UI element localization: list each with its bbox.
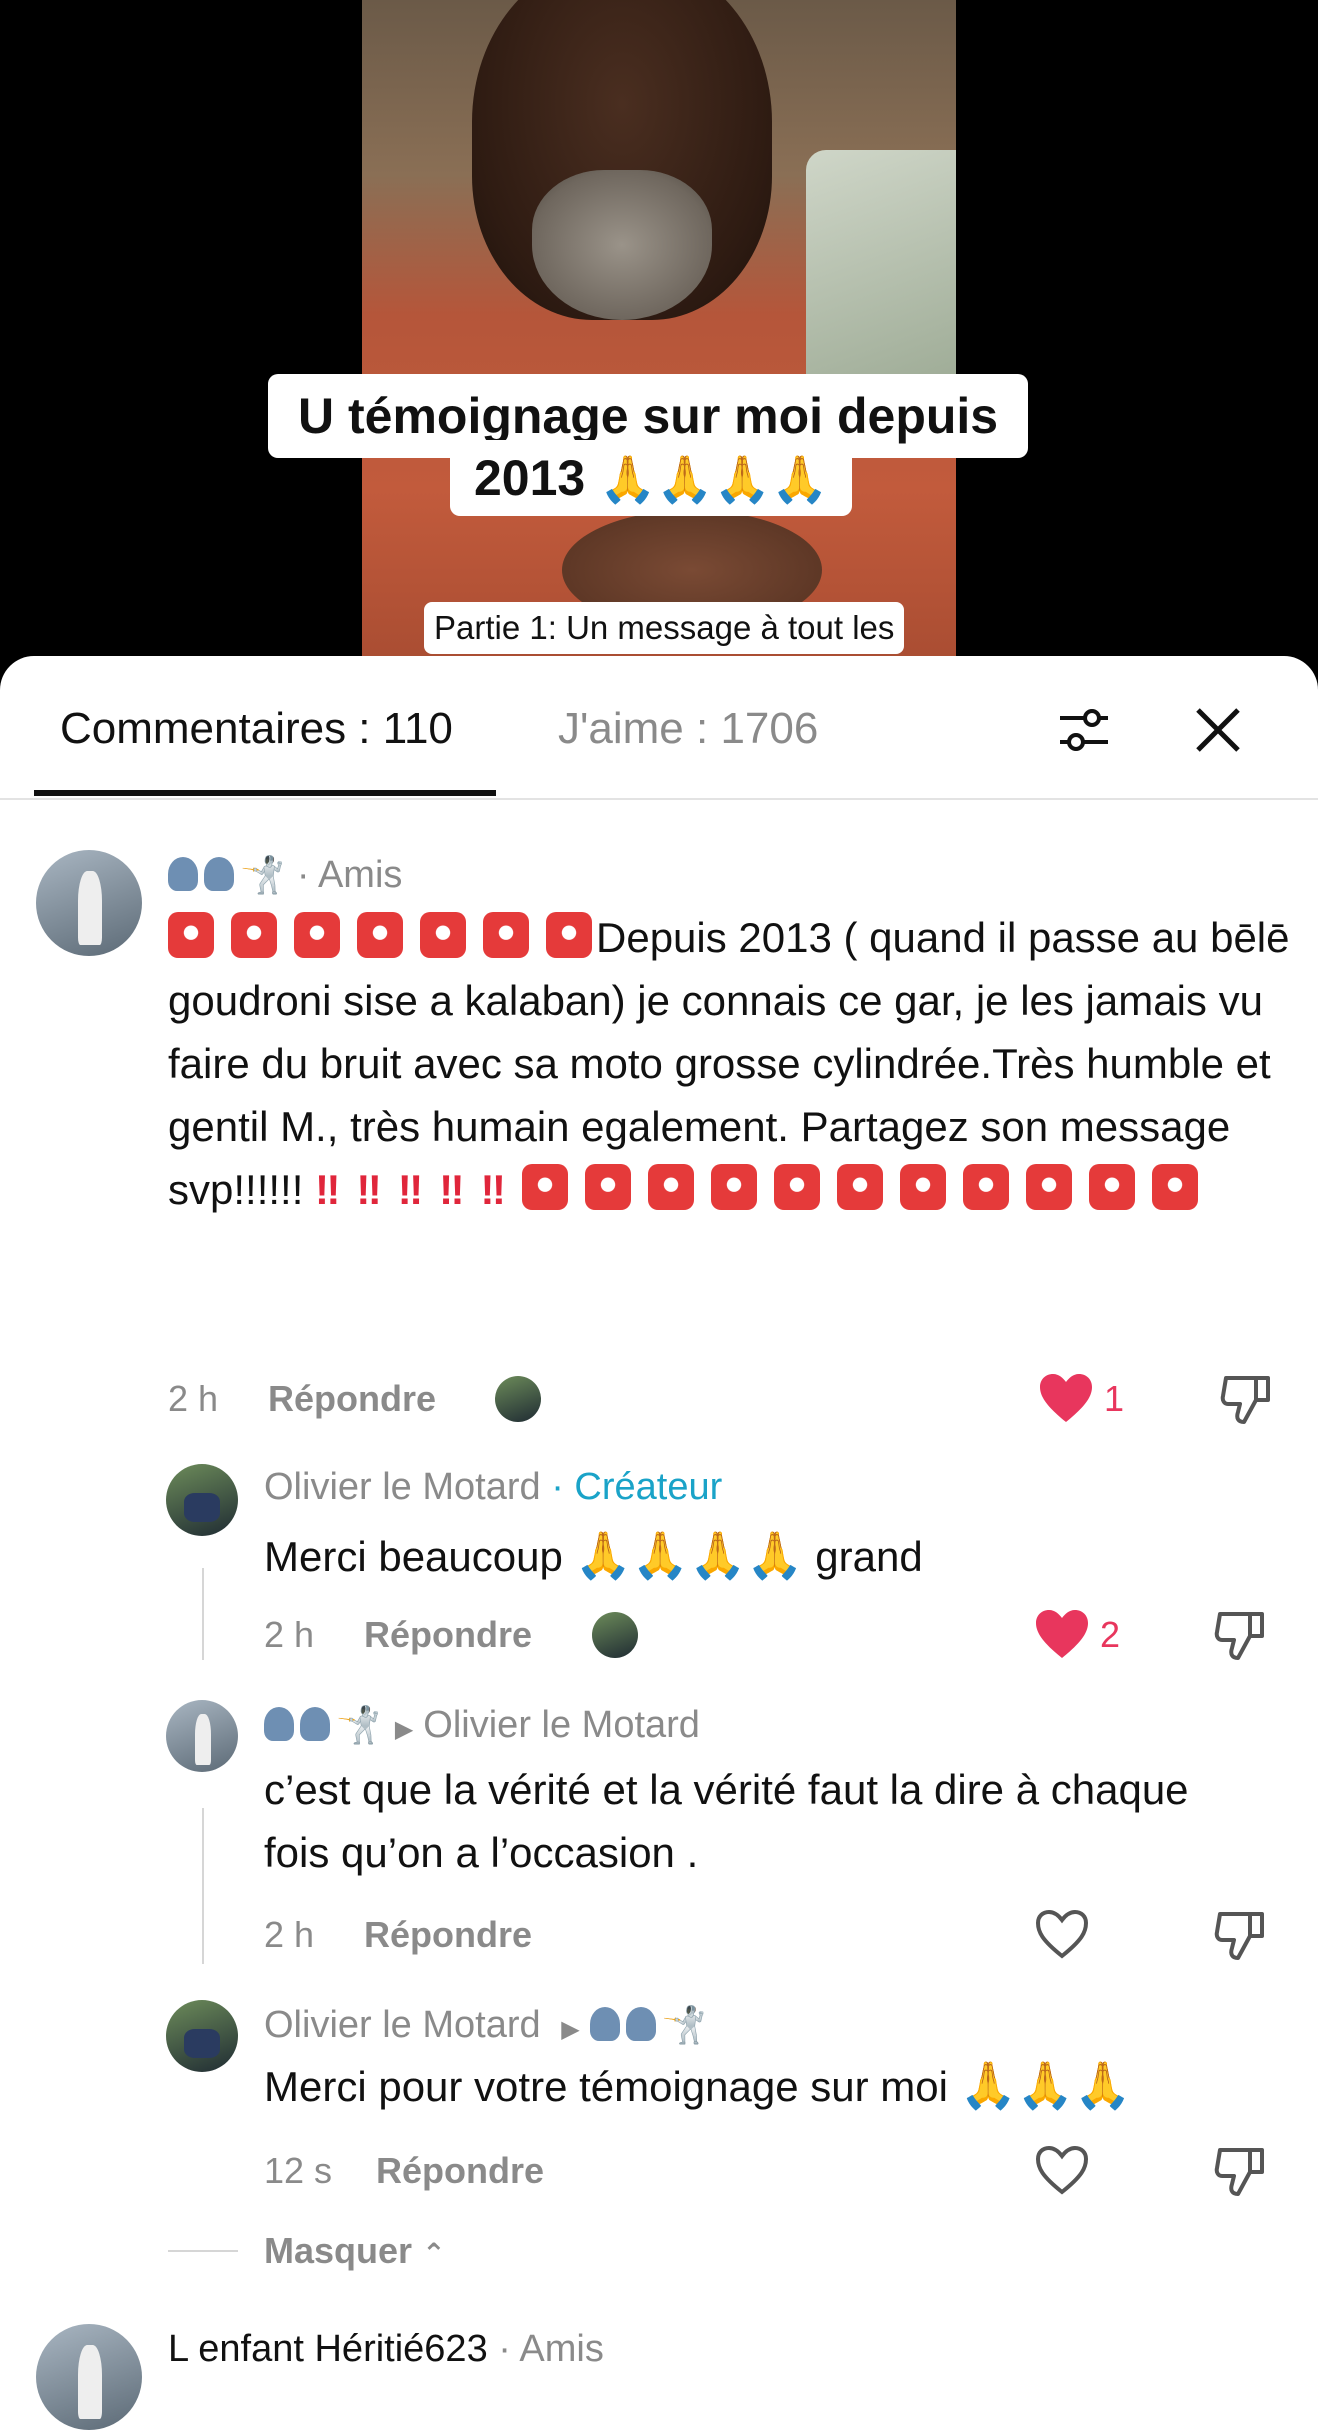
avatar[interactable]	[166, 1464, 238, 1536]
tab-underline	[34, 790, 496, 796]
dislike-icon[interactable]	[1212, 1606, 1268, 1662]
dislike-icon[interactable]	[1212, 1906, 1268, 1962]
reply-time: 2 h	[264, 1614, 315, 1655]
pray-icon: 🙏🙏🙏🙏	[599, 453, 829, 505]
comment-author[interactable]: L enfant Héritié623 · Amis	[168, 2328, 604, 2371]
divider	[168, 2250, 238, 2252]
avatar[interactable]	[166, 1700, 238, 1772]
thread-line	[202, 1568, 204, 1660]
comment-time: 2 h	[168, 1378, 219, 1419]
dislike-icon[interactable]	[1212, 2142, 1268, 2198]
heart-icon[interactable]	[1034, 1608, 1090, 1660]
reply-author[interactable]: Olivier le Motard ▶ 🤺	[264, 2004, 707, 2047]
tab-likes[interactable]: J'aime : 1706	[558, 704, 818, 754]
comments-sheet: Commentaires : 110 J'aime : 1706 🤺 · Amis…	[0, 656, 1318, 2430]
comment-author[interactable]: 🤺 · Amis	[168, 854, 402, 897]
video-subtitle: Partie 1: Un message à tout les	[424, 602, 905, 654]
filter-icon[interactable]	[1054, 700, 1114, 760]
reply-button[interactable]: Répondre	[268, 1378, 436, 1420]
car-window	[806, 150, 956, 410]
tab-bar: Commentaires : 110 J'aime : 1706	[0, 656, 1318, 800]
thread-line	[202, 1808, 204, 1964]
heart-icon[interactable]	[1038, 1372, 1094, 1424]
heart-icon[interactable]	[1034, 2144, 1090, 2196]
comment-text: Depuis 2013 ( quand il passe au bēlē gou…	[168, 912, 1290, 1213]
pray-icon: 🙏🙏🙏	[959, 2059, 1132, 2111]
reply-button[interactable]: Répondre	[364, 1614, 532, 1656]
reply-text: Merci beaucoup 🙏🙏🙏🙏 grand	[264, 1529, 923, 1581]
pray-icon: 🙏🙏🙏🙏	[574, 1529, 804, 1581]
reply-author[interactable]: 🤺 ▶ Olivier le Motard	[264, 1704, 700, 1747]
video-caption-line2: 2013 🙏🙏🙏🙏	[450, 440, 853, 516]
reply-time: 12 s	[264, 2150, 333, 2191]
avatar[interactable]	[36, 850, 142, 956]
dislike-icon[interactable]	[1218, 1370, 1274, 1426]
person-beard	[532, 170, 712, 320]
reply-button[interactable]: Répondre	[364, 1914, 532, 1956]
reply-button[interactable]: Répondre	[376, 2150, 544, 2192]
reply-time: 2 h	[264, 1914, 315, 1955]
hide-replies-button[interactable]: Masquer ⌃	[264, 2230, 446, 2272]
avatar[interactable]	[36, 2324, 142, 2430]
chevron-up-icon: ⌃	[422, 2238, 446, 2269]
heart-icon[interactable]	[1034, 1908, 1090, 1960]
siren-icon	[168, 912, 214, 958]
video-player[interactable]: U témoignage sur moi depuis 2013 🙏🙏🙏🙏 Pa…	[0, 0, 1318, 700]
video-frame	[362, 0, 956, 700]
tab-comments[interactable]: Commentaires : 110	[60, 704, 453, 754]
like-count: 2	[1100, 1614, 1121, 1655]
creator-liked-avatar	[495, 1376, 541, 1422]
close-icon[interactable]	[1188, 700, 1248, 760]
like-count: 1	[1104, 1378, 1125, 1419]
reply-text: c’est que la vérité et la vérité faut la…	[264, 1766, 1189, 1876]
reply-text: Merci pour votre témoignage sur moi 🙏🙏🙏	[264, 2059, 1132, 2111]
creator-liked-avatar	[592, 1612, 638, 1658]
reply-author[interactable]: Olivier le Motard · Créateur	[264, 1466, 722, 1509]
avatar[interactable]	[166, 2000, 238, 2072]
creator-badge: · Créateur	[551, 1466, 723, 1508]
